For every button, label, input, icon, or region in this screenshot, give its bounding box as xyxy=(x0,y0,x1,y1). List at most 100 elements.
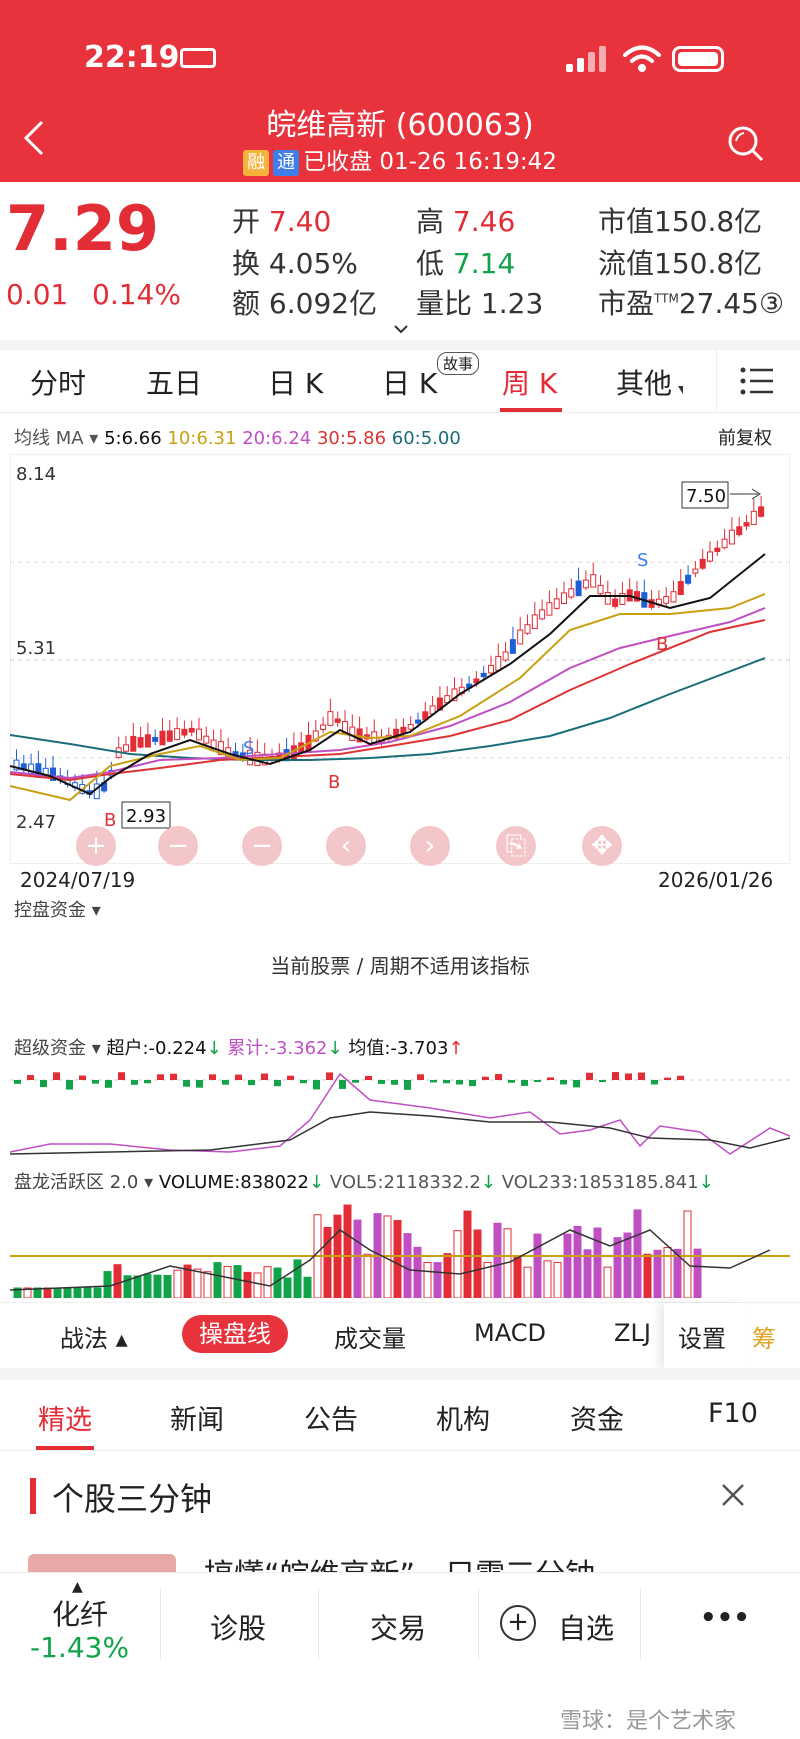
y-axis-bottom: 2.47 xyxy=(16,812,56,833)
zoom-out-button[interactable]: − xyxy=(158,826,198,866)
watchlist-button[interactable]: 自选 xyxy=(558,1607,614,1647)
move-icon[interactable]: ✥ xyxy=(582,826,622,866)
pe-field[interactable]: 市盈TTM27.45③ xyxy=(598,282,784,322)
more-button[interactable]: ••• xyxy=(700,1603,750,1633)
volume-bar xyxy=(203,1271,212,1298)
fund-flow-bar xyxy=(625,1073,632,1080)
tab-intraday[interactable]: 分时 xyxy=(30,362,86,402)
pe-label: 市盈 xyxy=(598,287,655,320)
volume-bar xyxy=(93,1287,102,1298)
candle-body xyxy=(123,744,129,752)
trading-status: 融通已收盘 01-26 16:19:42 xyxy=(0,142,800,176)
amount-label: 额 xyxy=(232,287,261,320)
story-badge: 故事 xyxy=(437,352,480,375)
float-label: 流值 xyxy=(598,247,655,280)
fund-flow-bar xyxy=(196,1080,203,1088)
volume-bar xyxy=(133,1275,142,1298)
scroll-right-button[interactable]: › xyxy=(410,826,450,866)
tab-funds[interactable]: 资金 xyxy=(570,1398,624,1437)
scroll-left-button[interactable]: ‹ xyxy=(326,826,366,866)
tab-five-day[interactable]: 五日 xyxy=(146,362,202,402)
ma5-value: 5:6.66 xyxy=(104,428,162,449)
high-field: 高 7.46 xyxy=(416,200,515,240)
candle-body xyxy=(502,651,509,661)
candle-body xyxy=(159,730,166,746)
fund-flow-bar xyxy=(638,1072,645,1080)
market-status-text: 已收盘 01-26 16:19:42 xyxy=(303,149,557,175)
fund-flow-bar xyxy=(534,1080,541,1083)
volume-bar xyxy=(433,1262,442,1298)
zoom-out-button-2[interactable]: − xyxy=(242,826,282,866)
search-icon[interactable] xyxy=(726,124,766,164)
divider xyxy=(0,340,800,350)
fund-flow-bar xyxy=(508,1080,515,1083)
tab-institutions[interactable]: 机构 xyxy=(436,1398,490,1437)
volume-bar xyxy=(233,1265,242,1298)
buy-signal-2: B xyxy=(656,634,668,655)
kline-chart[interactable]: 8.14 5.31 2.47 7.50 2.93 S S B B B xyxy=(10,454,790,864)
section-accent-bar xyxy=(30,1478,36,1514)
volume-bar xyxy=(543,1260,552,1298)
volume-bar xyxy=(343,1204,352,1298)
volume-bar xyxy=(193,1268,202,1298)
tab-featured[interactable]: 精选 xyxy=(38,1398,92,1437)
open-field: 开 7.40 xyxy=(232,200,331,240)
volratio-label: 量比 xyxy=(416,287,473,320)
volume-bar xyxy=(523,1266,532,1298)
volume-bar xyxy=(393,1220,402,1298)
fund-flow-bar xyxy=(404,1080,411,1090)
volume-bar xyxy=(493,1222,502,1298)
zoom-in-button[interactable]: + xyxy=(76,826,116,866)
copy-icon[interactable]: ⎘ xyxy=(496,826,536,866)
super-funds-legend[interactable]: 超级资金 ▾ 超户:-0.224↓ 累计:-3.362↓ 均值:-3.703↑ xyxy=(14,1034,464,1060)
list-menu-button[interactable] xyxy=(716,350,800,412)
adjust-mode-button[interactable]: 前复权 xyxy=(718,424,772,450)
diagnose-button[interactable]: 诊股 xyxy=(210,1607,266,1647)
tab-other[interactable]: 其他 xyxy=(616,362,672,402)
fund-flow-bar xyxy=(105,1080,112,1088)
expand-chevron-icon[interactable] xyxy=(393,324,409,334)
trade-button[interactable]: 交易 xyxy=(370,1607,426,1647)
chip-distribution-button[interactable]: 筹 xyxy=(752,1319,776,1354)
fund-flow-bar xyxy=(560,1080,567,1085)
candle-body xyxy=(692,568,699,574)
tab-daily-k-story[interactable]: 日 K xyxy=(382,362,437,402)
candle-body xyxy=(546,602,553,616)
add-watchlist-icon[interactable]: + xyxy=(500,1605,536,1641)
fund-flow-bar xyxy=(612,1072,619,1080)
volume-bar xyxy=(533,1233,542,1298)
fund-flow-bar xyxy=(313,1080,320,1090)
control-funds-selector[interactable]: 控盘资金 ▾ xyxy=(14,896,101,922)
settings-button[interactable]: 设置 xyxy=(664,1303,744,1369)
tab-daily-k[interactable]: 日 K xyxy=(268,362,323,402)
super-funds-chart xyxy=(10,1072,790,1155)
price-change: 0.01 xyxy=(6,278,69,311)
low-field: 低 7.14 xyxy=(416,242,515,282)
wifi-icon xyxy=(623,45,661,72)
tab-news[interactable]: 新闻 xyxy=(170,1398,224,1437)
pe-value: 27.45 xyxy=(678,287,759,320)
close-icon[interactable] xyxy=(720,1482,746,1508)
strategy-button[interactable]: 战法 ▴ xyxy=(60,1319,128,1354)
volume-bar xyxy=(643,1253,652,1298)
fund-flow-bar xyxy=(14,1080,21,1084)
volume-bar xyxy=(563,1233,572,1298)
sector-name[interactable]: 化纤 xyxy=(52,1593,108,1633)
divider xyxy=(318,1589,319,1659)
ma-legend[interactable]: 均线 MA ▾ 5:6.66 10:6.31 20:6.24 30:5.86 6… xyxy=(14,424,461,450)
volume-bar xyxy=(593,1227,602,1298)
chaohu-value: 超户:-0.224 xyxy=(106,1038,207,1059)
operation-line-button[interactable]: 操盘线 xyxy=(182,1315,288,1353)
amount-value: 6.092亿 xyxy=(268,287,378,320)
candle-body xyxy=(721,538,728,549)
float-field: 流值150.8亿 xyxy=(598,242,762,282)
tab-weekly-k[interactable]: 周 K xyxy=(502,362,557,402)
tab-f10[interactable]: F10 xyxy=(708,1398,758,1429)
macd-button[interactable]: MACD xyxy=(474,1319,546,1347)
date-start: 2024/07/19 xyxy=(20,868,136,892)
candle-body xyxy=(415,719,421,724)
zlj-button[interactable]: ZLJ xyxy=(614,1319,651,1347)
tab-announcements[interactable]: 公告 xyxy=(304,1398,358,1437)
fund-flow-bar xyxy=(261,1073,268,1080)
volume-button[interactable]: 成交量 xyxy=(334,1319,406,1354)
